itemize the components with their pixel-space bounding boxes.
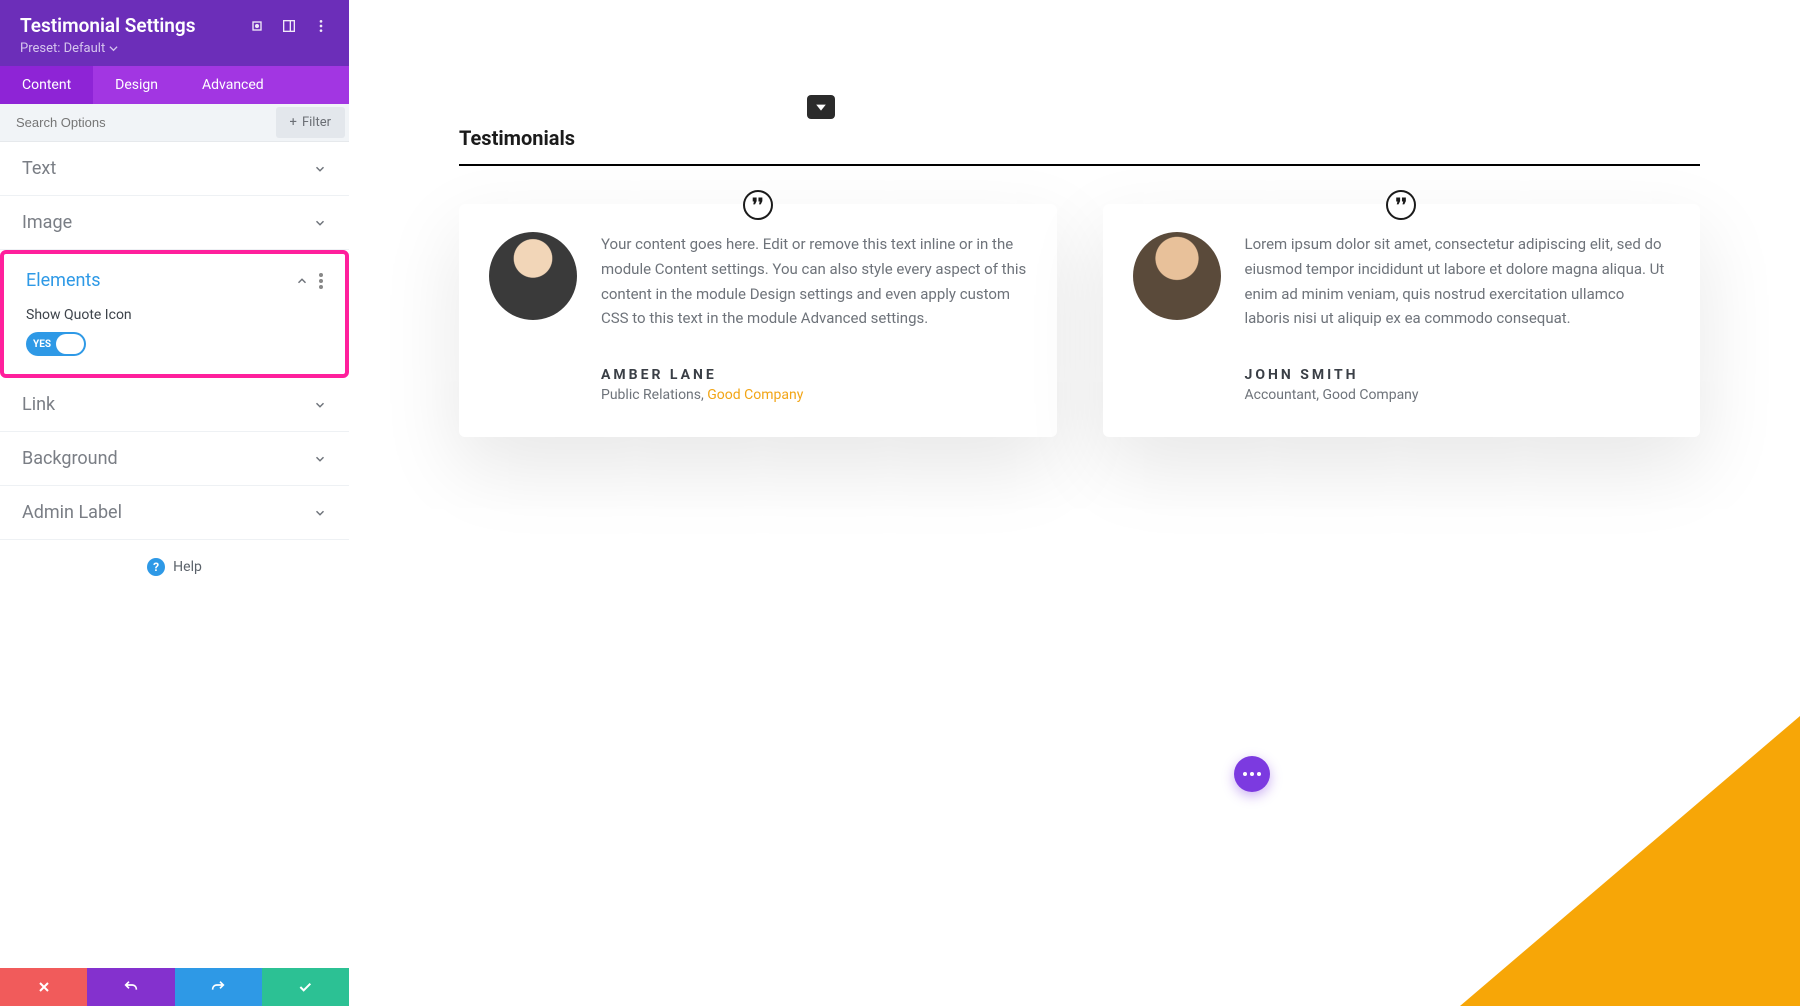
testimonial-name: AMBER LANE (601, 367, 1027, 383)
chevron-down-icon (109, 44, 118, 53)
redo-icon (210, 979, 226, 995)
avatar (489, 232, 577, 320)
toggle-show-quote[interactable]: YES (26, 332, 86, 356)
dock-icon[interactable] (281, 18, 297, 34)
help-button[interactable]: ? Help (0, 540, 349, 594)
preview-divider (459, 164, 1700, 166)
tab-advanced[interactable]: Advanced (180, 66, 286, 104)
testimonial-card[interactable]: ❜❜ Lorem ipsum dolor sit amet, consectet… (1103, 204, 1701, 437)
filter-label: Filter (302, 115, 331, 130)
help-label: Help (173, 559, 202, 575)
toggle-knob (56, 334, 84, 354)
testimonial-role: Public Relations, Good Company (601, 387, 1027, 403)
preset-label: Preset: Default (20, 41, 105, 56)
section-background: Background (0, 432, 349, 486)
caret-down-icon (815, 101, 827, 113)
section-more-icon[interactable] (319, 273, 323, 289)
undo-icon (123, 979, 139, 995)
section-dropdown-handle[interactable] (807, 95, 835, 119)
sidebar-tabs: Content Design Advanced (0, 66, 349, 104)
help-icon: ? (147, 558, 165, 576)
section-image: Image (0, 196, 349, 250)
tab-content[interactable]: Content (0, 66, 93, 104)
testimonial-cards: ❜❜ Your content goes here. Edit or remov… (459, 204, 1700, 437)
cancel-button[interactable] (0, 968, 87, 1006)
section-title: Admin Label (22, 502, 122, 523)
quote-icon: ❜❜ (743, 190, 773, 220)
redo-button[interactable] (175, 968, 262, 1006)
section-title: Text (22, 158, 56, 179)
search-input[interactable] (0, 104, 276, 141)
preview-section-title: Testimonials (459, 126, 1700, 150)
sections-list: Text Image Elements (0, 142, 349, 968)
fab-more-button[interactable] (1234, 756, 1270, 792)
chevron-up-icon (295, 274, 309, 288)
quote-icon: ❜❜ (1386, 190, 1416, 220)
expand-icon[interactable] (249, 18, 265, 34)
section-head-background[interactable]: Background (0, 432, 349, 485)
option-label-show-quote: Show Quote Icon (26, 307, 323, 323)
section-body-elements: Show Quote Icon YES (4, 307, 345, 374)
preset-selector[interactable]: Preset: Default (20, 41, 329, 56)
section-title: Link (22, 394, 55, 415)
chevron-down-icon (313, 506, 327, 520)
toggle-yes-label: YES (33, 339, 51, 350)
chevron-down-icon (313, 398, 327, 412)
avatar (1133, 232, 1221, 320)
section-head-admin-label[interactable]: Admin Label (0, 486, 349, 539)
save-button[interactable] (262, 968, 349, 1006)
plus-icon: + (290, 115, 297, 130)
testimonial-role: Accountant, Good Company (1245, 387, 1671, 403)
tab-design[interactable]: Design (93, 66, 180, 104)
section-link: Link (0, 378, 349, 432)
chevron-down-icon (313, 162, 327, 176)
section-head-image[interactable]: Image (0, 196, 349, 249)
search-bar: + Filter (0, 104, 349, 142)
role-prefix: Public Relations, (601, 387, 707, 403)
preview-pane: Testimonials ❜❜ Your content goes here. … (349, 0, 1800, 1006)
section-elements: Elements Show Quote Icon YES (0, 250, 349, 378)
decorative-triangle (1460, 716, 1800, 1006)
sidebar-header: Testimonial Settings Preset: Default (0, 0, 349, 66)
more-icon[interactable] (313, 18, 329, 34)
company-link[interactable]: Good Company (707, 387, 803, 403)
check-icon (297, 979, 313, 995)
testimonial-content: Lorem ipsum dolor sit amet, consectetur … (1245, 232, 1671, 331)
section-head-text[interactable]: Text (0, 142, 349, 195)
settings-sidebar: Testimonial Settings Preset: Default Con… (0, 0, 349, 1006)
sidebar-footer (0, 968, 349, 1006)
chevron-down-icon (313, 216, 327, 230)
undo-button[interactable] (87, 968, 174, 1006)
section-title: Background (22, 448, 118, 469)
chevron-down-icon (313, 452, 327, 466)
testimonial-content: Your content goes here. Edit or remove t… (601, 232, 1027, 331)
panel-title: Testimonial Settings (20, 14, 196, 37)
section-title: Image (22, 212, 72, 233)
section-admin-label: Admin Label (0, 486, 349, 540)
filter-button[interactable]: + Filter (276, 107, 345, 138)
close-icon (36, 979, 52, 995)
testimonial-card[interactable]: ❜❜ Your content goes here. Edit or remov… (459, 204, 1057, 437)
section-title: Elements (26, 270, 101, 291)
section-head-elements[interactable]: Elements (4, 254, 345, 307)
section-text: Text (0, 142, 349, 196)
testimonial-name: JOHN SMITH (1245, 367, 1671, 383)
section-head-link[interactable]: Link (0, 378, 349, 431)
